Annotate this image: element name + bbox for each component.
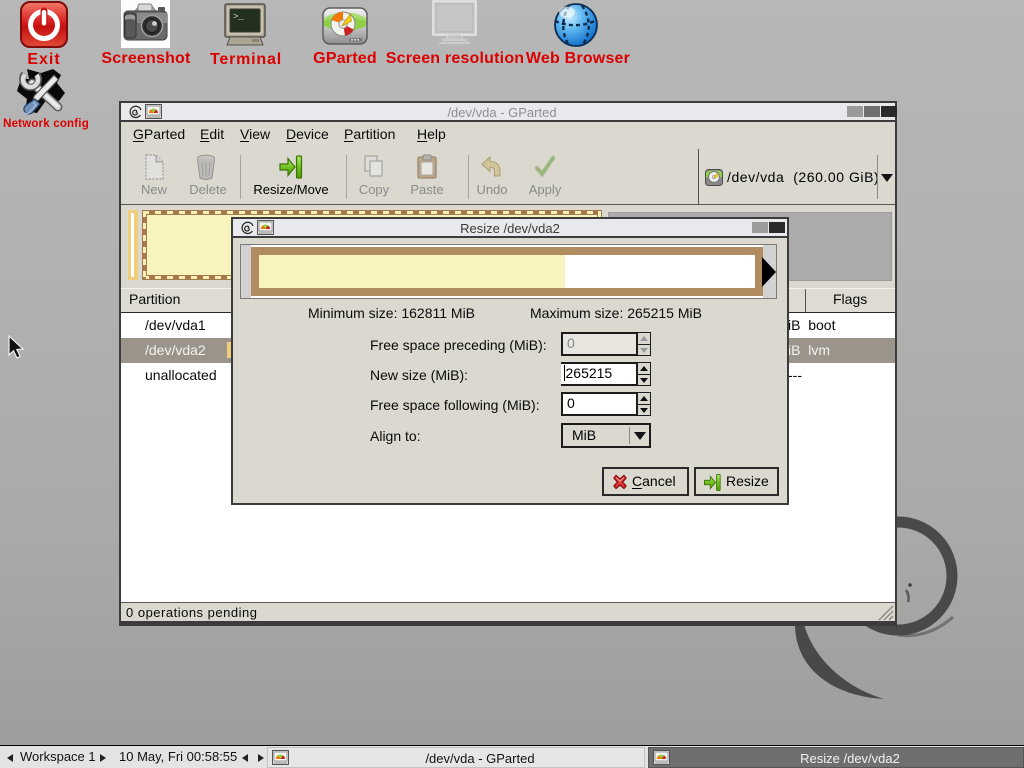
svg-text:>_: >_ — [233, 12, 244, 22]
